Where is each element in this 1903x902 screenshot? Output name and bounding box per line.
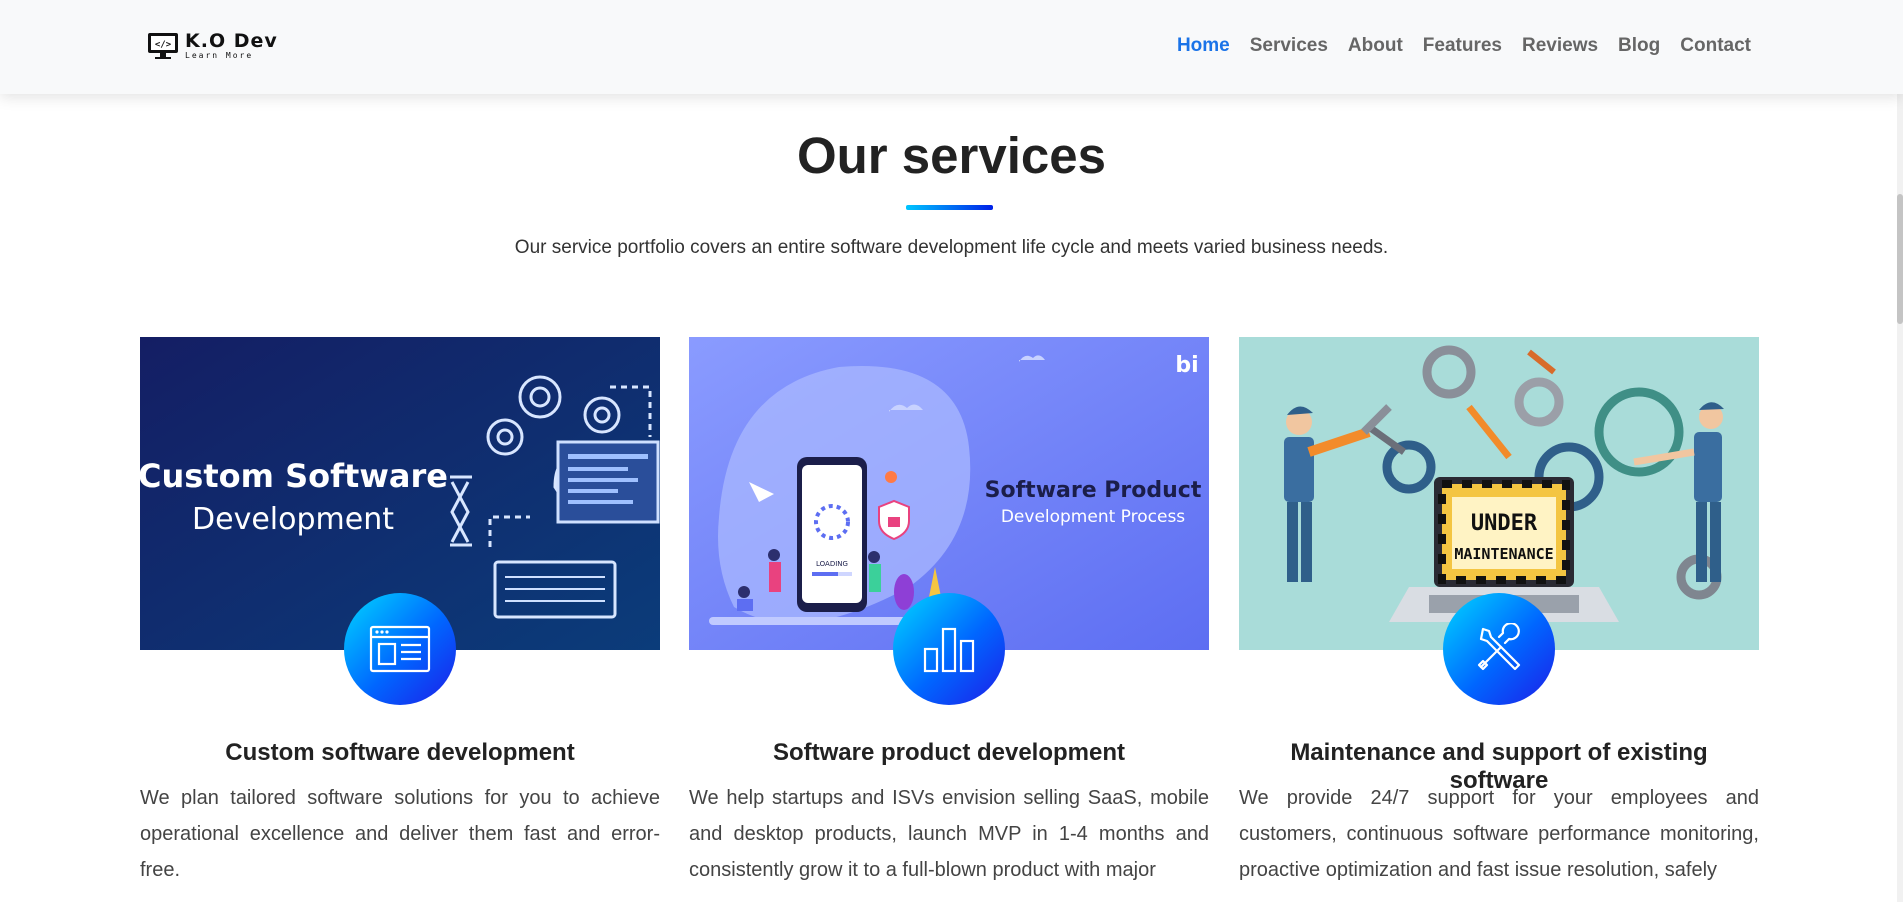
image-heading-line1: Software Product bbox=[985, 478, 1202, 503]
image-heading-line2: MAINTENANCE bbox=[1454, 545, 1553, 563]
image-heading-line1: UNDER bbox=[1471, 511, 1538, 536]
image-heading-line1: Custom Software bbox=[140, 457, 448, 495]
service-description: We plan tailored software solutions for … bbox=[140, 787, 660, 881]
brand-tagline: Learn More bbox=[185, 51, 254, 60]
nav-link-blog[interactable]: Blog bbox=[1618, 35, 1660, 57]
image-heading-line2: Development bbox=[192, 502, 394, 537]
image-heading-line2: Development Process bbox=[1001, 507, 1185, 527]
loading-label: LOADING bbox=[816, 560, 848, 568]
svg-text:</>: </> bbox=[155, 40, 172, 50]
service-icon-badge bbox=[344, 593, 456, 705]
service-description: We help startups and ISVs envision selli… bbox=[689, 787, 1209, 881]
tools-icon bbox=[1477, 623, 1521, 671]
service-icon-badge bbox=[1443, 593, 1555, 705]
title-underline bbox=[906, 205, 993, 210]
service-icon-badge bbox=[893, 593, 1005, 705]
bi-logo: bi bbox=[1175, 353, 1198, 378]
monitor-code-icon: </> bbox=[148, 33, 178, 59]
nav-link-reviews[interactable]: Reviews bbox=[1522, 35, 1598, 57]
service-description: We provide 24/7 support for your employe… bbox=[1239, 787, 1759, 881]
scrollbar-thumb[interactable] bbox=[1897, 194, 1903, 324]
phone-illustration: LOADING bbox=[797, 457, 867, 612]
service-card-product: LOADING Software Product Development Pro… bbox=[689, 337, 1209, 881]
brand-name: K.O Dev bbox=[185, 30, 278, 52]
navbar: </> K.O Dev Learn More Home Services Abo… bbox=[0, 0, 1903, 94]
section-subtitle: Our service portfolio covers an entire s… bbox=[514, 237, 1389, 258]
nav-link-services[interactable]: Services bbox=[1250, 35, 1328, 57]
brand-logo[interactable]: </> K.O Dev Learn More bbox=[147, 31, 278, 61]
service-title: Software product development bbox=[772, 739, 1126, 766]
browser-window-icon bbox=[369, 625, 431, 673]
service-card-custom: Custom Software Development Custom softw… bbox=[140, 337, 660, 881]
nav-link-contact[interactable]: Contact bbox=[1680, 35, 1751, 57]
nav-link-about[interactable]: About bbox=[1348, 35, 1403, 57]
nav-link-home[interactable]: Home bbox=[1177, 35, 1230, 57]
nav-menu: Home Services About Features Reviews Blo… bbox=[1177, 35, 1751, 57]
page-scrollbar[interactable] bbox=[1897, 94, 1903, 902]
nav-link-features[interactable]: Features bbox=[1423, 35, 1502, 57]
bar-chart-icon bbox=[923, 627, 975, 673]
section-title: Our services bbox=[796, 127, 1107, 184]
service-card-maintenance: UNDER MAINTENANCE Maintenance and suppor… bbox=[1239, 337, 1759, 881]
service-title: Custom software development bbox=[225, 739, 575, 766]
